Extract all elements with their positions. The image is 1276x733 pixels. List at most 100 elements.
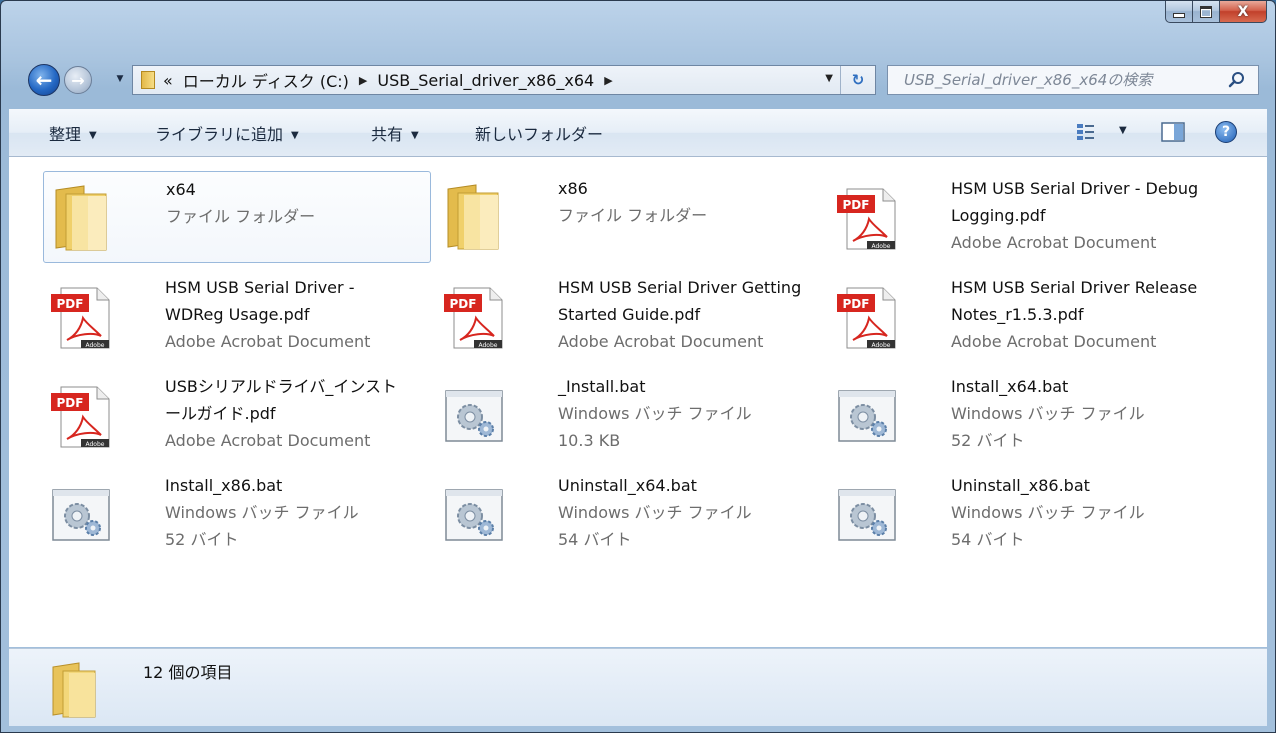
search-box[interactable]	[887, 65, 1259, 95]
maximize-button[interactable]	[1193, 1, 1220, 23]
file-type: Windows バッチ ファイル	[951, 404, 1145, 423]
status-bar: 12 個の項目	[9, 648, 1267, 726]
view-options-icon[interactable]	[1076, 122, 1096, 142]
back-arrow-icon: ←	[35, 68, 53, 92]
forward-arrow-icon: →	[71, 70, 85, 90]
file-item[interactable]: Install_x64.bat Windows バッチ ファイル 52 バイト	[829, 369, 1217, 461]
recent-pages-button[interactable]: ▼	[114, 71, 126, 87]
file-item[interactable]: PDF Adobe HSM USB Serial Driver - Debug Lo…	[829, 171, 1217, 263]
help-icon: ?	[1221, 124, 1231, 140]
address-history-dropdown[interactable]: ▼	[825, 73, 833, 84]
batch-file-icon	[833, 480, 901, 548]
file-item[interactable]: x64 ファイル フォルダー	[43, 171, 431, 263]
file-size: 54 バイト	[558, 530, 632, 549]
file-item[interactable]: PDF Adobe USBシリアルドライバ_インスト ールガイド.pdf Adobe …	[43, 369, 431, 461]
new-folder-button[interactable]: 新しいフォルダー	[475, 121, 603, 145]
folder-icon	[440, 183, 508, 251]
search-icon[interactable]	[1228, 71, 1246, 89]
svg-text:Adobe: Adobe	[872, 243, 891, 250]
close-icon: X	[1237, 3, 1249, 20]
file-type: Windows バッチ ファイル	[558, 404, 752, 423]
preview-pane-icon[interactable]	[1161, 122, 1185, 142]
back-button[interactable]: ←	[28, 64, 60, 96]
file-type: ファイル フォルダー	[166, 207, 316, 226]
batch-file-icon	[47, 480, 115, 548]
new-folder-label: 新しいフォルダー	[475, 125, 604, 144]
svg-text:PDF: PDF	[57, 297, 84, 311]
svg-text:Adobe: Adobe	[86, 441, 105, 448]
file-type: Windows バッチ ファイル	[165, 503, 359, 522]
add-to-library-menu[interactable]: ライブラリに追加 ▼	[155, 121, 299, 145]
batch-file-icon	[440, 381, 508, 449]
chevron-down-icon: ▼	[411, 130, 419, 141]
file-type: Windows バッチ ファイル	[558, 503, 752, 522]
chevron-down-icon: ▼	[1119, 125, 1127, 136]
share-menu[interactable]: 共有 ▼	[371, 121, 419, 145]
view-options-dropdown[interactable]: ▼	[1119, 125, 1127, 136]
file-type: Adobe Acrobat Document	[951, 233, 1157, 252]
file-item[interactable]: x86 ファイル フォルダー	[436, 171, 824, 263]
file-type: Adobe Acrobat Document	[558, 332, 764, 351]
pdf-icon: PDF Adobe	[833, 282, 901, 350]
maximize-icon	[1200, 5, 1212, 18]
explorer-window: X ← → ▼ « ローカル ディスク (C:) ▶ USB_Serial_dr…	[0, 0, 1276, 733]
breadcrumb-current-folder[interactable]: USB_Serial_driver_x86_x64	[377, 71, 594, 90]
batch-file-icon	[440, 480, 508, 548]
item-count: 12 個の項目	[143, 663, 233, 682]
command-bar: 整理 ▼ ライブラリに追加 ▼ 共有 ▼ 新しいフォルダー ▼ ?	[9, 109, 1267, 157]
chevron-down-icon: ▼	[116, 74, 124, 84]
file-type: ファイル フォルダー	[558, 206, 708, 225]
file-item[interactable]: Uninstall_x64.bat Windows バッチ ファイル 54 バイト	[436, 468, 824, 560]
close-button[interactable]: X	[1220, 1, 1267, 23]
file-size: 52 バイト	[951, 431, 1025, 450]
organize-menu[interactable]: 整理 ▼	[49, 121, 97, 145]
address-bar[interactable]: « ローカル ディスク (C:) ▶ USB_Serial_driver_x86…	[132, 65, 876, 95]
minimize-button[interactable]	[1165, 1, 1193, 23]
file-name: HSM USB Serial Driver Release Notes_r1.5…	[951, 278, 1198, 324]
chevron-down-icon: ▼	[89, 130, 97, 141]
pdf-icon: PDF Adobe	[440, 282, 508, 350]
file-item[interactable]: PDF Adobe HSM USB Serial Driver - WDReg Us…	[43, 270, 431, 362]
file-size: 10.3 KB	[558, 431, 621, 450]
file-name: x64	[166, 180, 196, 199]
navigation-bar: ← → ▼ « ローカル ディスク (C:) ▶ USB_Serial_driv…	[1, 58, 1275, 102]
search-input[interactable]	[902, 70, 1226, 90]
svg-text:Adobe: Adobe	[86, 342, 105, 349]
file-name: HSM USB Serial Driver - WDReg Usage.pdf	[165, 278, 355, 324]
help-button[interactable]: ?	[1215, 121, 1237, 143]
file-name: Install_x64.bat	[951, 377, 1069, 396]
share-label: 共有	[371, 125, 404, 144]
file-type: Adobe Acrobat Document	[951, 332, 1157, 351]
chevron-down-icon: ▼	[291, 130, 299, 141]
caption-buttons: X	[1165, 1, 1267, 23]
pdf-icon: PDF Adobe	[47, 381, 115, 449]
file-name: HSM USB Serial Driver - Debug Logging.pd…	[951, 179, 1199, 225]
svg-text:Adobe: Adobe	[479, 342, 498, 349]
svg-text:PDF: PDF	[450, 297, 477, 311]
folder-icon	[141, 71, 155, 89]
minimize-icon	[1173, 12, 1185, 18]
file-name: x86	[558, 179, 588, 198]
folder-icon	[48, 184, 116, 252]
file-item[interactable]: PDF Adobe HSM USB Serial Driver Release No…	[829, 270, 1217, 362]
file-item[interactable]: _Install.bat Windows バッチ ファイル 10.3 KB	[436, 369, 824, 461]
breadcrumb-separator-icon[interactable]: ▶	[604, 74, 612, 87]
breadcrumb-separator-icon[interactable]: ▶	[359, 74, 367, 87]
pdf-icon: PDF Adobe	[833, 183, 901, 251]
refresh-button[interactable]: ↻	[840, 66, 875, 94]
svg-text:PDF: PDF	[57, 396, 84, 410]
file-name: HSM USB Serial Driver Getting Started Gu…	[558, 278, 802, 324]
file-type: Adobe Acrobat Document	[165, 431, 371, 450]
file-type: Adobe Acrobat Document	[165, 332, 371, 351]
svg-text:PDF: PDF	[843, 297, 870, 311]
file-item[interactable]: Uninstall_x86.bat Windows バッチ ファイル 54 バイト	[829, 468, 1217, 560]
file-name: _Install.bat	[558, 377, 646, 396]
file-name: Install_x86.bat	[165, 476, 283, 495]
file-name: Uninstall_x64.bat	[558, 476, 697, 495]
forward-button[interactable]: →	[64, 66, 92, 94]
breadcrumb-local-disk[interactable]: ローカル ディスク (C:)	[183, 68, 349, 92]
breadcrumb-overflow[interactable]: «	[163, 71, 173, 90]
file-item[interactable]: Install_x86.bat Windows バッチ ファイル 52 バイト	[43, 468, 431, 560]
file-item[interactable]: PDF Adobe HSM USB Serial Driver Getting St…	[436, 270, 824, 362]
pdf-icon: PDF Adobe	[47, 282, 115, 350]
